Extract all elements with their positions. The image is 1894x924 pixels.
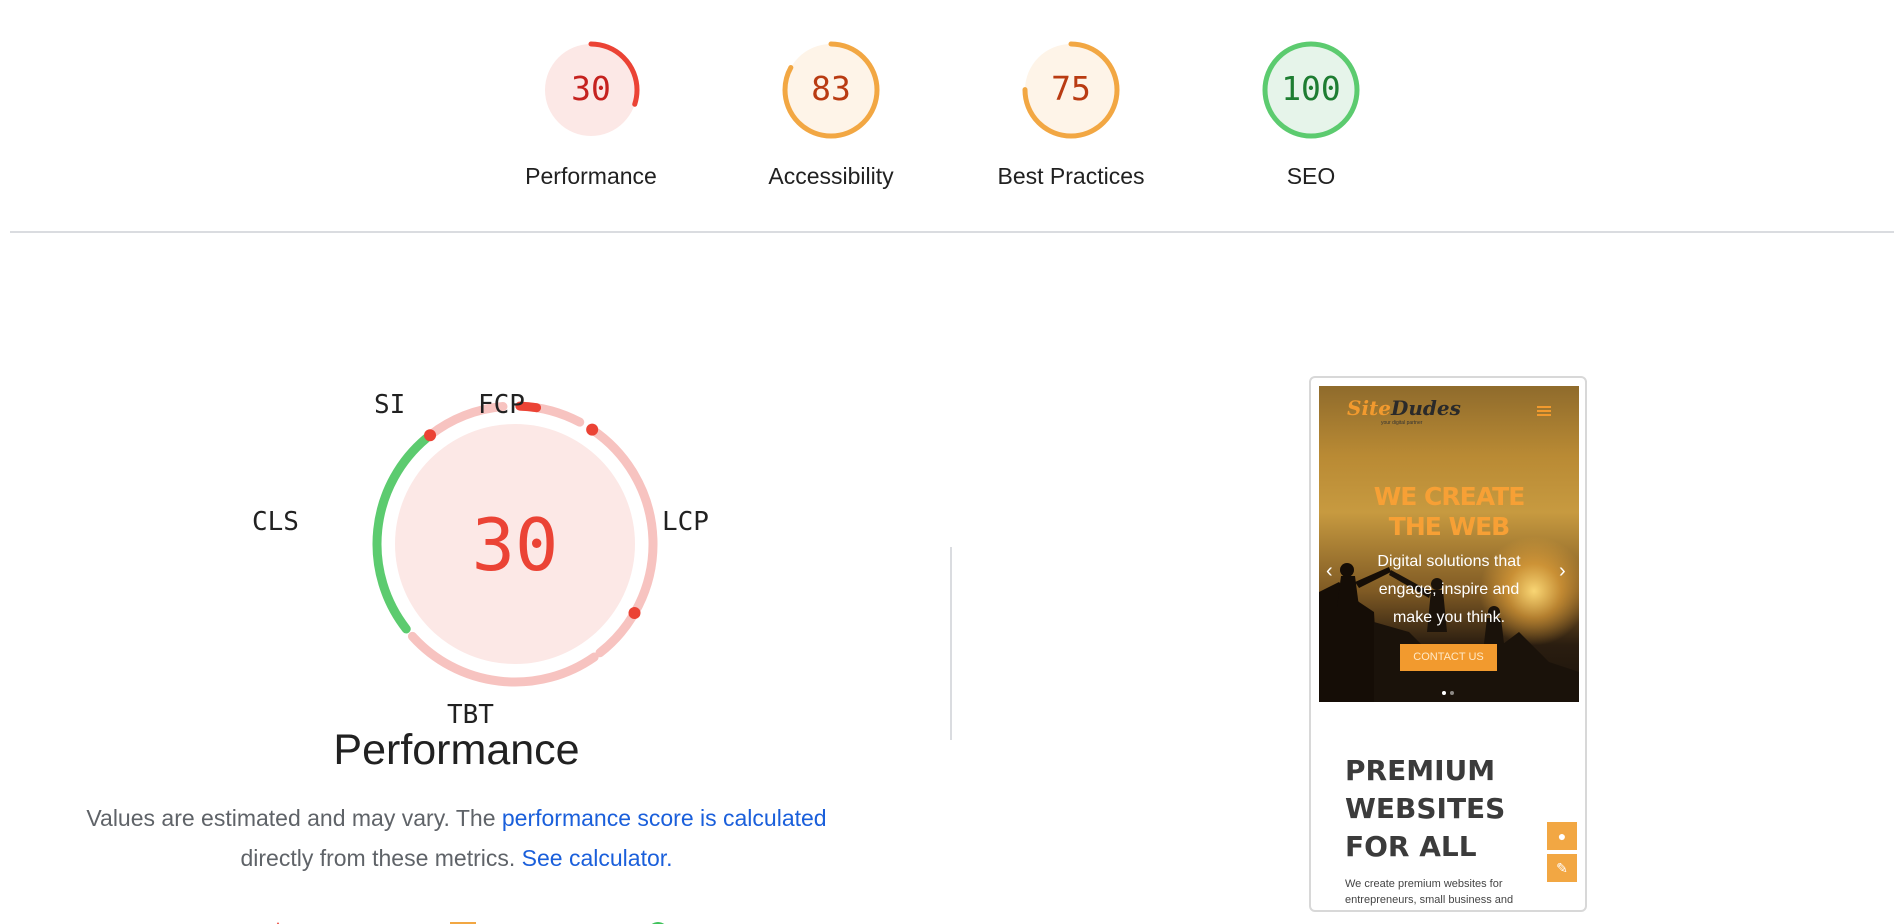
- gauge-ring: 30: [542, 41, 640, 139]
- carousel-dots: [1442, 682, 1458, 700]
- logo-part2: Dudes: [1391, 396, 1461, 420]
- hamburger-menu-icon: [1537, 406, 1551, 416]
- gauge-ring: 100: [1262, 41, 1360, 139]
- metric-label-lcp: LCP: [662, 507, 709, 537]
- performance-title: Performance: [333, 726, 580, 774]
- chevron-right-icon: ›: [1559, 560, 1566, 582]
- gauge-ring: 75: [1022, 41, 1120, 139]
- gauge-seo[interactable]: 100 SEO: [1221, 40, 1401, 190]
- gauge-score: 83: [811, 69, 851, 108]
- score-calculation-link[interactable]: performance score is calculated: [502, 805, 827, 831]
- performance-section: 30 SI FCP LCP TBT CLS Performance Values…: [60, 380, 860, 924]
- si-dot: [424, 429, 437, 442]
- metrics-gauge-svg: 30: [372, 401, 658, 687]
- performance-score: 30: [472, 503, 559, 587]
- screenshot-hero: SiteDudes your digital partner WE CREATE…: [1319, 386, 1579, 702]
- category-gauges: 30 Performance 83 Accessibility 75 Best …: [0, 0, 1894, 232]
- hero-heading-line1: WE CREATE: [1373, 482, 1526, 511]
- metric-label-fcp: FCP: [478, 390, 525, 420]
- hero-subtitle: Digital solutions that engage, inspire a…: [1377, 553, 1521, 626]
- lcp-dot: [586, 423, 599, 436]
- gauge-label: Best Practices: [997, 163, 1145, 189]
- logo-part1: Site: [1347, 396, 1392, 420]
- see-calculator-link[interactable]: See calculator.: [522, 845, 673, 871]
- site-logo: SiteDudes: [1347, 396, 1461, 420]
- gauge-ring: 83: [782, 41, 880, 139]
- final-screenshot[interactable]: SiteDudes your digital partner WE CREATE…: [1309, 376, 1587, 912]
- section-divider: [10, 231, 1894, 233]
- premium-subtext: We create premium websites for entrepren…: [1345, 878, 1514, 906]
- chevron-left-icon: ‹: [1326, 560, 1333, 582]
- gauge-performance[interactable]: 30 Performance: [501, 40, 681, 190]
- performance-description: Values are estimated and may vary. The p…: [60, 798, 853, 878]
- desc-middle: directly from these metrics.: [240, 845, 516, 871]
- contact-us-button: CONTACT US: [1400, 644, 1497, 671]
- chat-icon: ●: [1547, 822, 1577, 850]
- gauge-score: 75: [1051, 69, 1091, 108]
- logo-tagline: your digital partner: [1381, 420, 1423, 426]
- vertical-divider: [950, 547, 952, 740]
- hero-heading-line2: THE WEB: [1388, 512, 1510, 541]
- gauge-best-practices[interactable]: 75 Best Practices: [981, 40, 1161, 190]
- premium-heading: PREMIUM WEBSITES FOR ALL: [1345, 754, 1506, 863]
- pencil-icon: ✎: [1547, 854, 1577, 882]
- gauge-label: Performance: [525, 163, 657, 189]
- gauge-score: 30: [571, 69, 611, 108]
- gauge-label: SEO: [1286, 163, 1336, 189]
- hero-heading: WE CREATE THE WEB: [1319, 482, 1579, 542]
- gauge-score: 100: [1281, 69, 1341, 108]
- score-legend: [270, 920, 690, 924]
- performance-metrics-gauge: 30 SI FCP LCP TBT CLS: [250, 380, 800, 730]
- desc-prefix: Values are estimated and may vary. The: [86, 805, 502, 831]
- tbt-dot: [628, 607, 641, 619]
- metric-label-cls: CLS: [252, 507, 299, 537]
- metric-label-si: SI: [374, 390, 406, 420]
- gauge-label: Accessibility: [768, 163, 894, 189]
- gauge-accessibility[interactable]: 83 Accessibility: [741, 40, 921, 190]
